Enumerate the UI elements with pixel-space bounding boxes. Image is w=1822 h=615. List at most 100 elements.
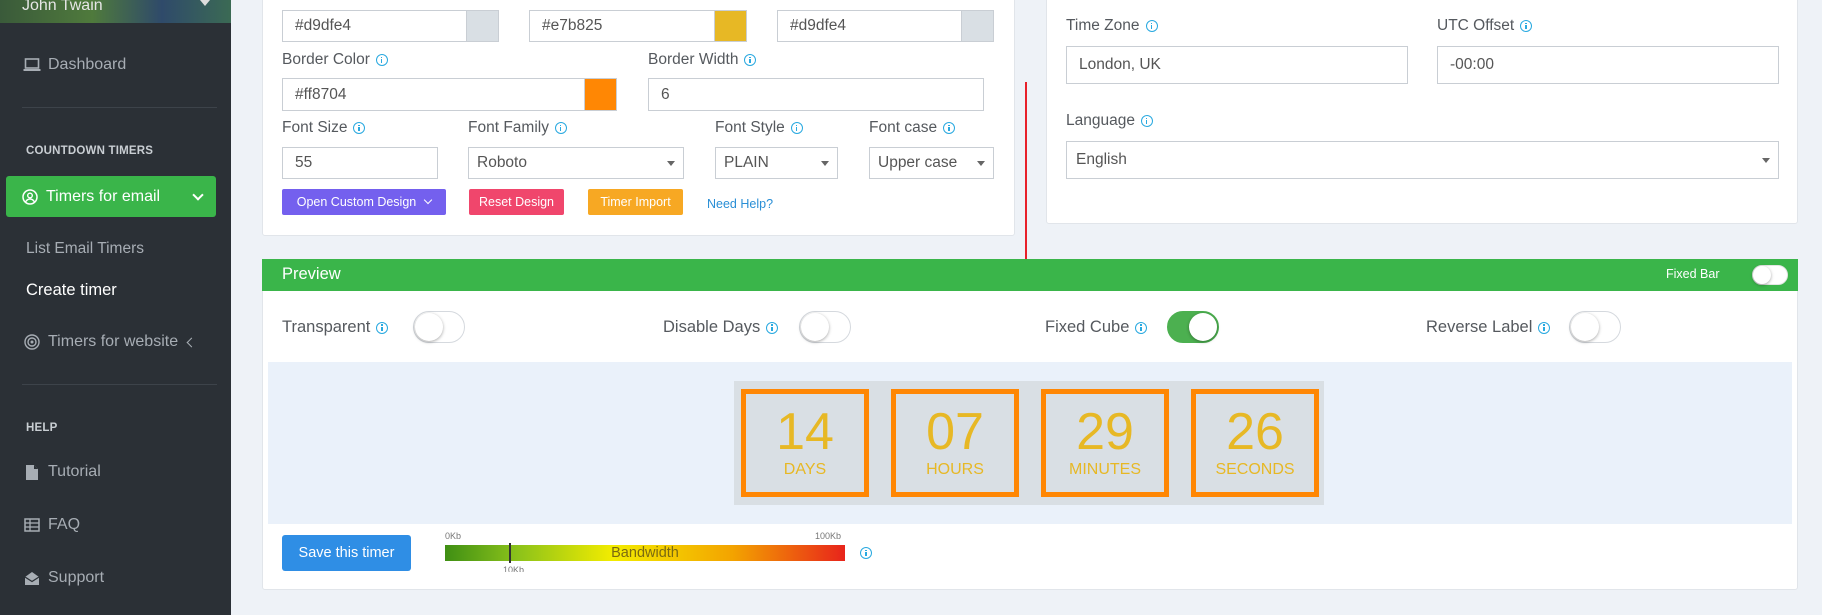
color-input-value: #ff8704 bbox=[295, 85, 347, 103]
chevron-down-icon bbox=[200, 0, 210, 6]
color-swatch[interactable] bbox=[466, 10, 499, 42]
info-icon[interactable] bbox=[1135, 321, 1148, 334]
info-icon[interactable] bbox=[554, 122, 567, 134]
color-input-value: #d9dfe4 bbox=[790, 17, 847, 34]
label-text: Font Style bbox=[715, 119, 785, 136]
color-input-value: #e7b825 bbox=[542, 17, 603, 34]
color-input-2[interactable]: #e7b825 bbox=[529, 10, 747, 42]
envelope-open-icon bbox=[22, 569, 42, 587]
label-text: Border Width bbox=[648, 51, 739, 68]
border-width-label: Border Width bbox=[648, 51, 757, 69]
sidebar-item-label: FAQ bbox=[48, 516, 81, 533]
label-text: Fixed Cube bbox=[1045, 318, 1130, 336]
language-select[interactable]: English bbox=[1066, 141, 1779, 179]
toggle-knob bbox=[801, 313, 829, 341]
table-icon bbox=[22, 516, 42, 534]
sidebar: John Twain Dashboard COUNTDOWN TIMERS Ti… bbox=[0, 0, 231, 615]
caret-down-icon bbox=[1762, 158, 1770, 163]
user-banner[interactable]: John Twain bbox=[0, 0, 231, 23]
info-icon[interactable] bbox=[744, 54, 757, 66]
reverse-label-toggle[interactable] bbox=[1569, 311, 1621, 343]
select-value: Roboto bbox=[477, 154, 527, 171]
border-width-input[interactable]: 6 bbox=[648, 78, 984, 111]
info-icon[interactable] bbox=[860, 547, 872, 559]
info-icon[interactable] bbox=[353, 122, 366, 134]
utc-offset-label: UTC Offset bbox=[1437, 17, 1533, 35]
color-swatch[interactable] bbox=[961, 10, 994, 42]
timer-cube-days: 14 DAYS bbox=[741, 389, 869, 497]
color-input-1[interactable]: #d9dfe4 bbox=[282, 10, 499, 42]
color-swatch[interactable] bbox=[714, 10, 747, 42]
toggle-knob bbox=[415, 313, 443, 341]
font-case-label: Font case bbox=[869, 119, 956, 137]
label-text: Border Color bbox=[282, 51, 370, 68]
sidebar-item-tutorial[interactable]: Tutorial bbox=[22, 463, 101, 481]
sidebar-item-faq[interactable]: FAQ bbox=[22, 516, 80, 534]
font-style-label: Font Style bbox=[715, 119, 803, 137]
fixed-cube-toggle[interactable] bbox=[1167, 311, 1219, 343]
sidebar-divider bbox=[22, 384, 217, 385]
label-text: UTC Offset bbox=[1437, 17, 1515, 34]
chevron-left-icon bbox=[186, 337, 197, 347]
laptop-icon bbox=[22, 56, 42, 74]
sidebar-item-label: Timers for website bbox=[48, 333, 179, 350]
timer-value: 29 bbox=[1076, 403, 1134, 461]
timer-value: 26 bbox=[1226, 403, 1284, 461]
sidebar-item-create-timer[interactable]: Create timer bbox=[26, 281, 117, 300]
label-text: Disable Days bbox=[663, 318, 761, 336]
timer-import-button[interactable]: Timer Import bbox=[588, 189, 683, 215]
info-icon[interactable] bbox=[375, 54, 388, 66]
utc-offset-input[interactable]: -00:00 bbox=[1437, 46, 1779, 84]
bandwidth-marker-label: 10Kb bbox=[503, 565, 525, 572]
need-help-link[interactable]: Need Help? bbox=[707, 197, 773, 211]
label-text: Language bbox=[1066, 112, 1135, 129]
info-icon[interactable] bbox=[1520, 20, 1533, 32]
reset-design-button[interactable]: Reset Design bbox=[469, 189, 564, 215]
sidebar-item-list-email-timers[interactable]: List Email Timers bbox=[26, 240, 144, 258]
info-icon[interactable] bbox=[1538, 321, 1551, 334]
toggle-knob bbox=[1571, 313, 1599, 341]
language-label: Language bbox=[1066, 112, 1153, 130]
sidebar-item-label: Dashboard bbox=[48, 56, 127, 73]
timer-cube-hours: 07 HOURS bbox=[891, 389, 1019, 497]
color-input-3[interactable]: #d9dfe4 bbox=[777, 10, 994, 42]
font-style-select[interactable]: PLAIN bbox=[715, 147, 838, 179]
info-icon[interactable] bbox=[1140, 115, 1153, 127]
info-icon[interactable] bbox=[376, 321, 389, 334]
font-size-label: Font Size bbox=[282, 119, 366, 137]
chevron-down-icon bbox=[424, 195, 433, 205]
label-text: Font Family bbox=[468, 119, 549, 136]
transparent-toggle[interactable] bbox=[413, 311, 465, 343]
font-case-select[interactable]: Upper case bbox=[869, 147, 994, 179]
color-swatch[interactable] bbox=[584, 78, 617, 111]
fixed-bar-toggle[interactable] bbox=[1752, 265, 1788, 285]
border-color-input[interactable]: #ff8704 bbox=[282, 78, 617, 111]
info-icon[interactable] bbox=[1145, 20, 1158, 32]
info-icon[interactable] bbox=[766, 321, 779, 334]
font-size-input[interactable]: 55 bbox=[282, 147, 438, 179]
bandwidth-meter: Bandwidth bbox=[445, 543, 845, 563]
sidebar-item-timers-for-email[interactable]: Timers for email bbox=[6, 176, 216, 217]
save-timer-button[interactable]: Save this timer bbox=[282, 535, 411, 571]
toggle-knob bbox=[1753, 266, 1771, 284]
sidebar-item-support[interactable]: Support bbox=[22, 569, 104, 587]
info-icon[interactable] bbox=[943, 122, 956, 134]
bandwidth-max-label: 100Kb bbox=[815, 531, 842, 541]
preview-header: Preview Fixed Bar bbox=[262, 259, 1798, 291]
reverse-label-label: Reverse Label bbox=[1426, 318, 1551, 337]
caret-down-icon bbox=[667, 161, 675, 166]
caret-down-icon bbox=[821, 161, 829, 166]
select-value: Upper case bbox=[878, 154, 958, 171]
timer-value: 07 bbox=[926, 403, 984, 461]
info-icon[interactable] bbox=[790, 122, 803, 134]
timer-cube-minutes: 29 MINUTES bbox=[1041, 389, 1169, 497]
sidebar-item-timers-for-website[interactable]: Timers for website bbox=[22, 333, 197, 351]
label-text: Font Size bbox=[282, 119, 348, 136]
fixed-bar-label: Fixed Bar bbox=[1666, 267, 1720, 281]
disable-days-toggle[interactable] bbox=[799, 311, 851, 343]
open-custom-design-button[interactable]: Open Custom Design bbox=[282, 189, 446, 215]
font-family-select[interactable]: Roboto bbox=[468, 147, 684, 179]
time-zone-input[interactable]: London, UK bbox=[1066, 46, 1408, 84]
timer-unit: HOURS bbox=[926, 461, 984, 478]
sidebar-item-dashboard[interactable]: Dashboard bbox=[22, 56, 126, 74]
